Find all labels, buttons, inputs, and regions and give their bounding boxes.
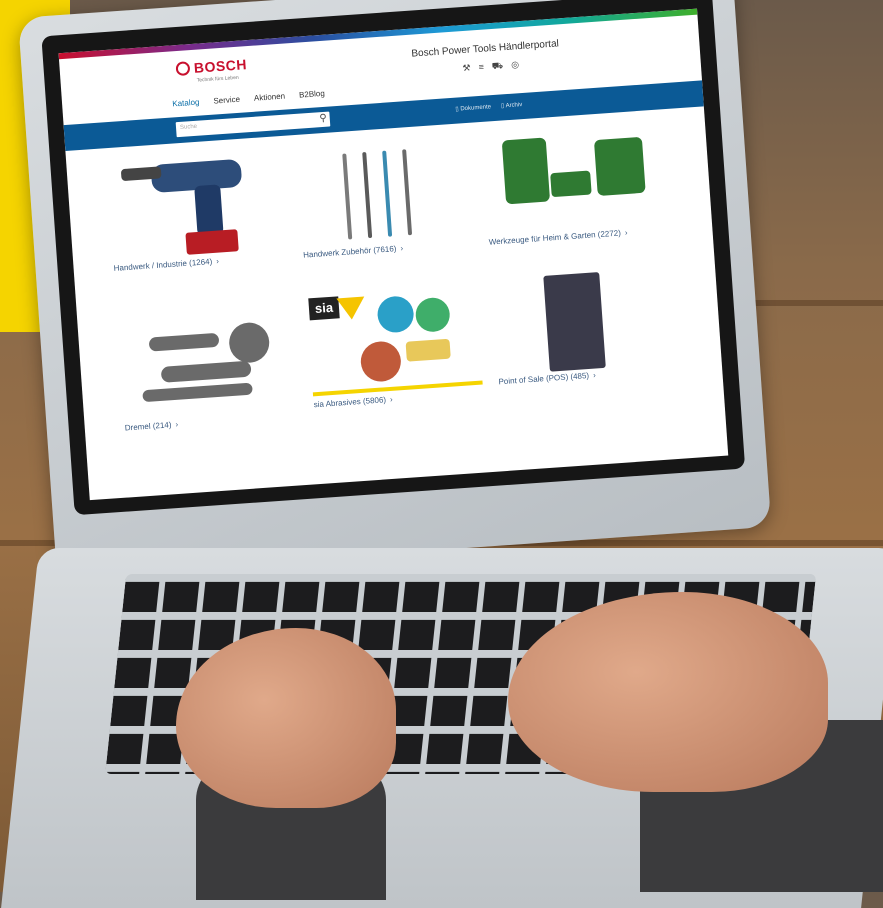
search-icon[interactable]: ⚲ [319,113,327,124]
sia-abrasives-image: sia [306,285,483,397]
search-placeholder: Suche [179,123,198,131]
tool-icon[interactable]: ⚒ [462,63,471,76]
abrasive-roll [376,295,415,334]
nav-item-aktionen[interactable]: Aktionen [254,92,286,103]
dremel-wheel [227,321,271,365]
brand-name: BOSCH [193,56,248,76]
mower-shape [550,170,592,198]
laptop-bezel: BOSCH Technik fürs Leben Bosch Power Too… [41,0,746,516]
drill-bit [382,150,393,237]
sia-triangle [336,296,366,321]
cart-icon[interactable]: ⛟ [492,60,504,73]
archive-link[interactable]: ▯ Archiv [501,101,523,109]
trimmer-shape [501,137,551,205]
dremel-image [117,308,294,420]
chevron-right-icon: › [215,256,220,266]
category-tile[interactable]: Point of Sale (POS) (485) › [491,262,668,386]
chevron-right-icon: › [400,243,404,253]
laptop-lid: BOSCH Technik fürs Leben Bosch Power Too… [18,0,772,577]
nav-item-service[interactable]: Service [213,95,240,106]
bar-links: ▯ Dokumente ▯ Archiv [455,101,522,113]
category-tile[interactable]: Werkzeuge für Heim & Garten (2272) › [481,122,658,247]
search-input[interactable]: Suche ⚲ [175,111,331,138]
chevron-right-icon: › [592,370,597,380]
pos-stand [543,272,606,372]
drill-bit [342,153,353,240]
category-tile[interactable]: sia sia Abrasives (5806) › [306,285,483,409]
category-tile[interactable]: Handwerk Zubehör (7616) › [296,135,473,260]
green-drill-shape [593,136,646,196]
list-icon[interactable]: ≡ [478,62,484,74]
drill-handle [194,184,224,236]
drill-battery [185,229,239,255]
category-tile[interactable]: Handwerk / Industrie (1264) › [106,148,283,273]
category-tile[interactable]: Dremel (214) › [117,308,294,433]
dremel-tool [160,360,252,383]
main-nav: Katalog Service Aktionen B2Blog [172,89,325,109]
category-grid: Handwerk / Industrie (1264) › Handwerk Zu… [66,118,728,500]
documents-link[interactable]: ▯ Dokumente [455,103,491,112]
header-icons: ⚒ ≡ ⛟ ◎ [462,59,519,75]
dremel-tool [142,382,253,403]
abrasive-disc [359,340,403,383]
garden-tools-image [481,122,658,234]
user-icon[interactable]: ◎ [511,59,520,72]
brand-tagline: Technik fürs Leben [196,74,239,84]
laptop-screen: BOSCH Technik fürs Leben Bosch Power Too… [58,8,729,501]
sia-logo: sia [308,296,340,321]
abrasive-roll [414,296,451,333]
nav-item-katalog[interactable]: Katalog [172,98,200,109]
drill-bit [402,149,413,236]
chevron-right-icon: › [624,228,628,238]
drill-image [106,148,283,260]
dremel-tool [148,332,220,352]
drill-bits-image [296,135,473,247]
sanding-pad [405,338,451,362]
chevron-right-icon: › [389,394,393,404]
drill-bit [362,152,373,239]
portal-title: Bosch Power Tools Händlerportal [411,38,560,60]
bosch-armature-icon [175,61,191,77]
pos-display-image [491,262,668,374]
chevron-right-icon: › [175,419,179,429]
nav-item-b2blog[interactable]: B2Blog [299,89,325,100]
